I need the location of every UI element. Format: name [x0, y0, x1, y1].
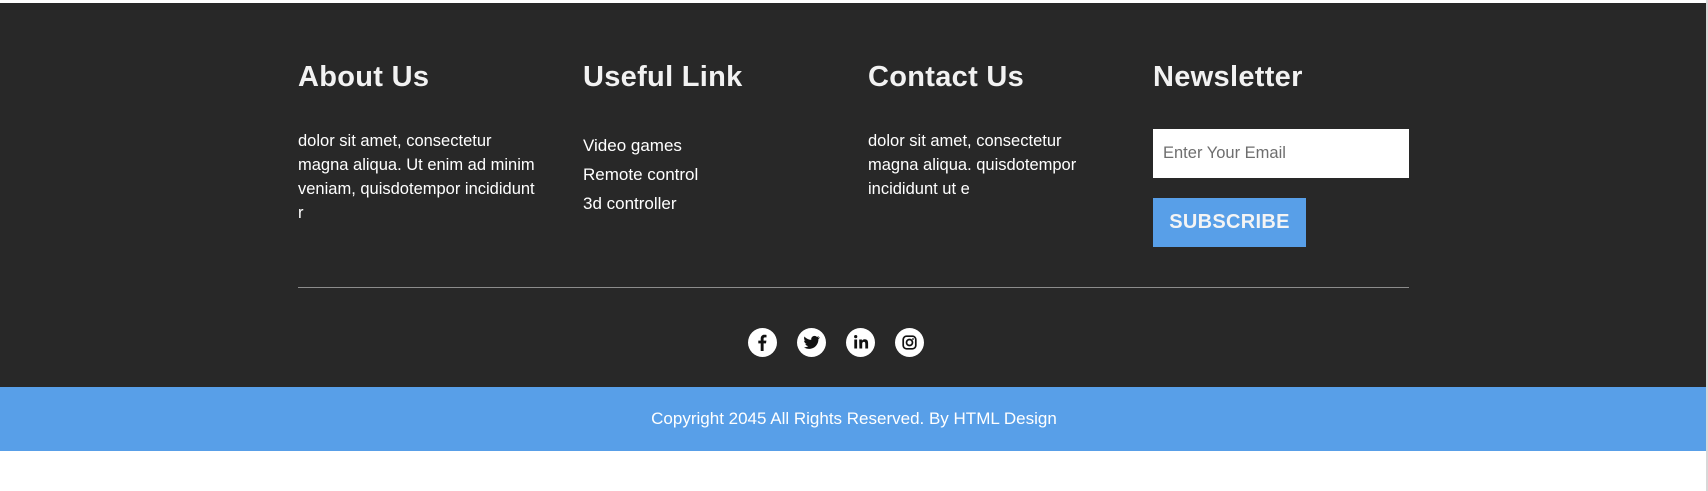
link-3d-controller[interactable]: 3d controller	[583, 189, 698, 218]
email-input[interactable]	[1153, 129, 1409, 178]
footer-divider	[298, 287, 1409, 288]
useful-links-heading: Useful Link	[583, 61, 743, 93]
about-heading: About Us	[298, 61, 430, 93]
subscribe-button[interactable]: SUBSCRIBE	[1153, 198, 1306, 247]
newsletter-heading: Newsletter	[1153, 61, 1303, 93]
copyright-bar: Copyright 2045 All Rights Reserved. By H…	[0, 387, 1708, 451]
copyright-text: Copyright 2045 All Rights Reserved. By H…	[651, 409, 1057, 429]
twitter-icon[interactable]	[797, 328, 826, 357]
contact-heading: Contact Us	[868, 61, 1025, 93]
useful-links-list: Video games Remote control 3d controller	[583, 131, 698, 218]
instagram-icon[interactable]	[895, 328, 924, 357]
facebook-icon[interactable]	[748, 328, 777, 357]
link-remote-control[interactable]: Remote control	[583, 160, 698, 189]
copyright-label: Copyright 2045 All Rights Reserved. By	[651, 409, 954, 428]
html-design-link[interactable]: HTML Design	[954, 409, 1057, 428]
social-links	[748, 328, 924, 357]
link-video-games[interactable]: Video games	[583, 131, 698, 160]
linkedin-icon[interactable]	[846, 328, 875, 357]
site-footer: About Us dolor sit amet, consectetur mag…	[0, 3, 1708, 387]
contact-text: dolor sit amet, consectetur magna aliqua…	[868, 132, 1077, 198]
about-text: dolor sit amet, consectetur magna aliqua…	[298, 132, 535, 222]
